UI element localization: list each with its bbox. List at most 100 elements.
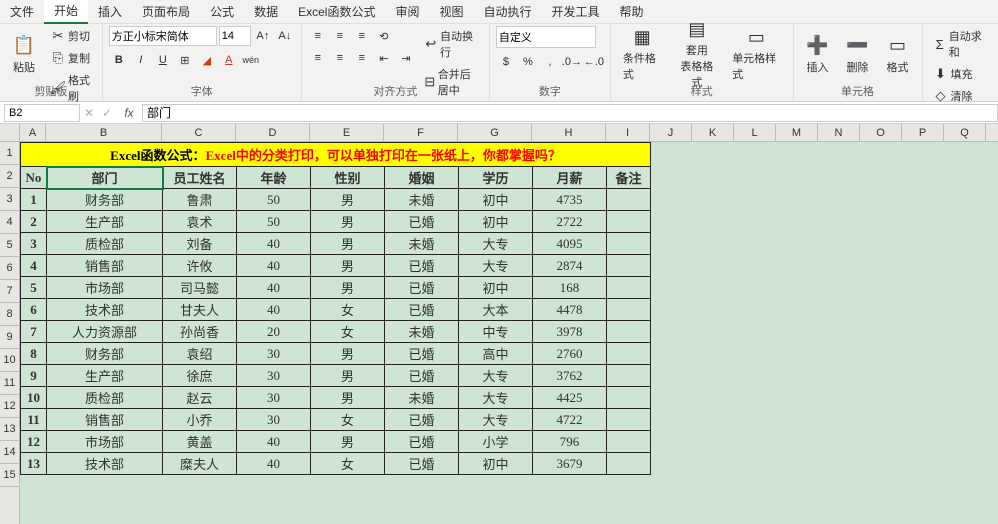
data-cell[interactable]: 人力资源部 [47, 321, 163, 343]
data-cell[interactable]: 初中 [459, 453, 533, 475]
number-format-select[interactable] [496, 26, 596, 48]
row-header-4[interactable]: 4 [0, 211, 19, 234]
data-cell[interactable]: 已婚 [385, 431, 459, 453]
col-header-Q[interactable]: Q [944, 124, 986, 141]
data-cell[interactable]: 4735 [533, 189, 607, 211]
menu-自动执行[interactable]: 自动执行 [473, 0, 541, 23]
header-cell[interactable]: 部门 [47, 167, 163, 189]
increase-decimal-button[interactable]: .0→ [562, 52, 582, 72]
header-cell[interactable]: 员工姓名 [163, 167, 237, 189]
data-cell[interactable]: 10 [21, 387, 47, 409]
col-header-F[interactable]: F [384, 124, 458, 141]
fill-button[interactable]: ⬇填充 [929, 64, 977, 84]
menu-Excel函数公式[interactable]: Excel函数公式 [288, 0, 385, 23]
data-cell[interactable] [607, 453, 651, 475]
data-cell[interactable]: 40 [237, 453, 311, 475]
row-header-15[interactable]: 15 [0, 464, 19, 487]
data-cell[interactable] [607, 409, 651, 431]
data-cell[interactable]: 3978 [533, 321, 607, 343]
row-header-6[interactable]: 6 [0, 257, 19, 280]
data-cell[interactable]: 已婚 [385, 343, 459, 365]
data-cell[interactable]: 初中 [459, 277, 533, 299]
insert-button[interactable]: ➕插入 [800, 26, 836, 82]
conditional-format-button[interactable]: ▦条件格式 [617, 26, 668, 82]
row-header-14[interactable]: 14 [0, 441, 19, 464]
align-top-button[interactable]: ≡ [308, 26, 328, 46]
data-cell[interactable]: 男 [311, 233, 385, 255]
grid[interactable]: ABCDEFGHIJKLMNOPQ Excel函数公式：Excel中的分类打印，… [20, 124, 998, 524]
data-cell[interactable]: 4478 [533, 299, 607, 321]
data-cell[interactable]: 男 [311, 211, 385, 233]
data-cell[interactable]: 高中 [459, 343, 533, 365]
data-cell[interactable]: 女 [311, 299, 385, 321]
data-cell[interactable]: 已婚 [385, 453, 459, 475]
col-header-A[interactable]: A [20, 124, 46, 141]
font-color-button[interactable]: A [219, 50, 239, 70]
header-cell[interactable]: 备注 [607, 167, 651, 189]
row-header-3[interactable]: 3 [0, 188, 19, 211]
menu-文件[interactable]: 文件 [0, 0, 44, 23]
col-header-E[interactable]: E [310, 124, 384, 141]
clear-button[interactable]: ◇清除 [929, 86, 977, 106]
col-header-P[interactable]: P [902, 124, 944, 141]
select-all-corner[interactable] [0, 124, 19, 142]
indent-decrease-button[interactable]: ⇤ [374, 48, 394, 68]
data-cell[interactable] [607, 343, 651, 365]
data-cell[interactable]: 男 [311, 431, 385, 453]
table-format-button[interactable]: ▤套用 表格格式 [672, 26, 723, 82]
data-cell[interactable]: 40 [237, 277, 311, 299]
row-header-10[interactable]: 10 [0, 349, 19, 372]
menu-数据[interactable]: 数据 [244, 0, 288, 23]
data-cell[interactable]: 女 [311, 409, 385, 431]
data-cell[interactable]: 已婚 [385, 409, 459, 431]
data-cell[interactable]: 40 [237, 233, 311, 255]
data-cell[interactable] [607, 255, 651, 277]
data-cell[interactable]: 黄盖 [163, 431, 237, 453]
data-cell[interactable]: 未婚 [385, 189, 459, 211]
data-cell[interactable]: 1 [21, 189, 47, 211]
format-button[interactable]: ▭格式 [880, 26, 916, 82]
font-name-select[interactable] [109, 26, 217, 46]
increase-font-button[interactable]: A↑ [253, 26, 273, 46]
data-cell[interactable]: 11 [21, 409, 47, 431]
data-cell[interactable]: 3679 [533, 453, 607, 475]
data-cell[interactable] [607, 277, 651, 299]
align-left-button[interactable]: ≡ [308, 48, 328, 68]
formula-bar[interactable] [142, 104, 998, 122]
col-header-B[interactable]: B [46, 124, 162, 141]
data-cell[interactable]: 市场部 [47, 277, 163, 299]
data-cell[interactable]: 男 [311, 277, 385, 299]
menu-开发工具[interactable]: 开发工具 [542, 0, 610, 23]
menu-页面布局[interactable]: 页面布局 [132, 0, 200, 23]
border-button[interactable]: ⊞ [175, 50, 195, 70]
decrease-decimal-button[interactable]: ←.0 [584, 52, 604, 72]
col-header-O[interactable]: O [860, 124, 902, 141]
row-header-8[interactable]: 8 [0, 303, 19, 326]
col-header-M[interactable]: M [776, 124, 818, 141]
data-cell[interactable]: 40 [237, 299, 311, 321]
data-cell[interactable]: 4722 [533, 409, 607, 431]
data-cell[interactable]: 生产部 [47, 211, 163, 233]
data-cell[interactable]: 2 [21, 211, 47, 233]
col-header-K[interactable]: K [692, 124, 734, 141]
data-cell[interactable]: 13 [21, 453, 47, 475]
data-cell[interactable]: 鲁肃 [163, 189, 237, 211]
data-cell[interactable]: 大专 [459, 409, 533, 431]
menu-视图[interactable]: 视图 [429, 0, 473, 23]
data-cell[interactable]: 袁术 [163, 211, 237, 233]
col-header-L[interactable]: L [734, 124, 776, 141]
align-center-button[interactable]: ≡ [330, 48, 350, 68]
data-cell[interactable]: 刘备 [163, 233, 237, 255]
italic-button[interactable]: I [131, 50, 151, 70]
col-header-D[interactable]: D [236, 124, 310, 141]
data-cell[interactable]: 6 [21, 299, 47, 321]
row-header-5[interactable]: 5 [0, 234, 19, 257]
phonetic-button[interactable]: wén [241, 50, 261, 70]
data-cell[interactable]: 30 [237, 365, 311, 387]
orientation-button[interactable]: ⟲ [374, 26, 394, 46]
copy-button[interactable]: ⎘复制 [46, 48, 96, 68]
data-cell[interactable]: 796 [533, 431, 607, 453]
data-cell[interactable]: 未婚 [385, 233, 459, 255]
data-cell[interactable]: 初中 [459, 211, 533, 233]
align-middle-button[interactable]: ≡ [330, 26, 350, 46]
